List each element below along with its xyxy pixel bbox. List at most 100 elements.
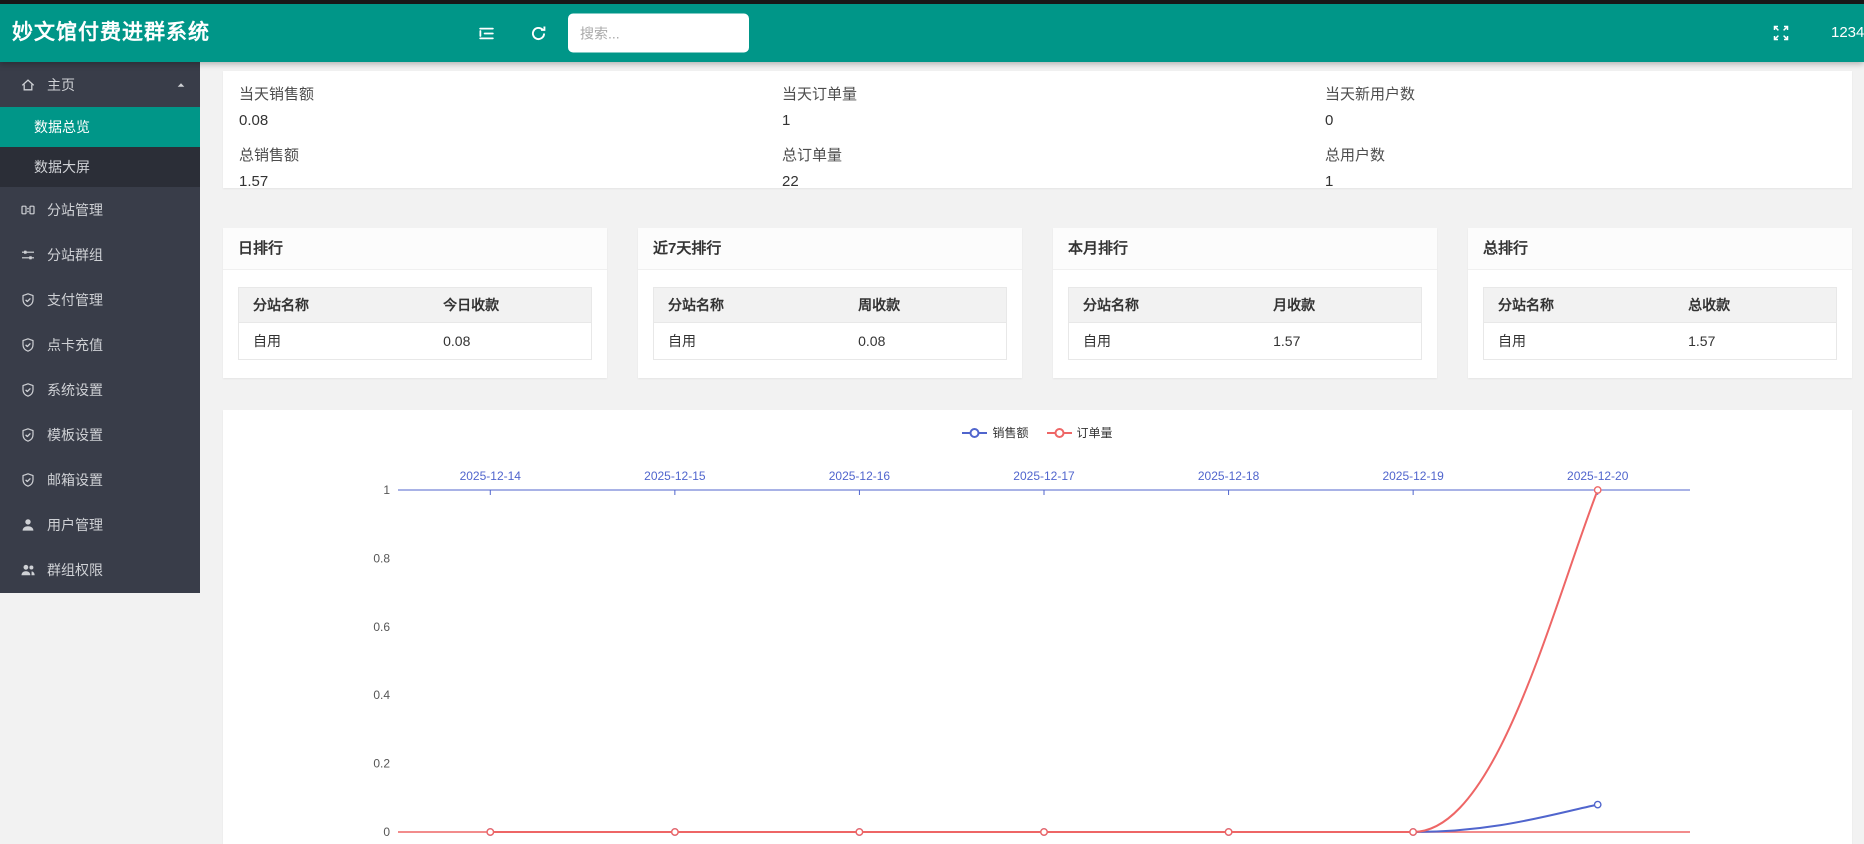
rank-card-body: 分站名称总收款自用1.57: [1468, 270, 1852, 377]
chart-line-1: [490, 490, 1597, 832]
chart-point: [1041, 829, 1047, 835]
sidebar-item-label: 群组权限: [47, 560, 103, 580]
sidebar-item-link[interactable]: 用户管理: [0, 502, 200, 547]
legend-marker-icon: [1047, 428, 1072, 438]
sidebar-subitem-link[interactable]: 数据总览: [0, 107, 200, 147]
rank-card-body: 分站名称周收款自用0.08: [638, 270, 1022, 377]
stat-label: 总订单量: [782, 144, 1293, 165]
username[interactable]: 12345: [1831, 4, 1864, 62]
rank-card: 总排行分站名称总收款自用1.57: [1468, 228, 1852, 378]
fullscreen-icon[interactable]: [1764, 16, 1798, 50]
rank-table-col-header: 月收款: [1259, 288, 1421, 323]
search-input[interactable]: [568, 14, 749, 53]
app-header: 妙文馆付费进群系统 12345: [0, 4, 1864, 62]
y-axis-label: 0.8: [373, 551, 390, 565]
rank-table-col-header: 分站名称: [1484, 288, 1675, 323]
rank-table-row: 自用1.57: [1069, 323, 1422, 360]
chart-point: [856, 829, 862, 835]
x-axis-top-label: 2025-12-17: [1013, 469, 1075, 483]
rank-table: 分站名称月收款自用1.57: [1068, 287, 1422, 360]
stat-cell: 总订单量 22: [766, 140, 1309, 190]
collapse-menu-icon[interactable]: [469, 16, 503, 50]
sidebar-item-link[interactable]: 邮箱设置: [0, 457, 200, 502]
sidebar: 主页数据总览数据大屏分站管理分站群组支付管理点卡充值系统设置模板设置邮箱设置用户…: [0, 62, 200, 593]
legend-label: 销售额: [992, 424, 1028, 441]
sidebar-item-link[interactable]: 点卡充值: [0, 322, 200, 367]
rank-card-title: 总排行: [1468, 228, 1852, 270]
rank-card-title: 日排行: [223, 228, 607, 270]
rank-card: 日排行分站名称今日收款自用0.08: [223, 228, 607, 378]
chart-point: [1595, 801, 1601, 807]
x-axis-top-label: 2025-12-14: [460, 469, 522, 483]
sidebar-submenu: 数据总览数据大屏: [0, 107, 200, 187]
rank-table-col-header: 分站名称: [1069, 288, 1260, 323]
rank-table-cell: 1.57: [1259, 323, 1421, 360]
rank-table-cell: 0.08: [429, 323, 591, 360]
legend-item[interactable]: 订单量: [1047, 424, 1113, 441]
stat-cell: 总用户数1: [1309, 140, 1852, 190]
sales-orders-line-chart: 00.20.40.60.812025-12-142025-12-152025-1…: [223, 410, 1852, 844]
shield-check-icon: [20, 337, 36, 353]
rank-table-cell: 0.08: [844, 323, 1006, 360]
rank-table-cell: 自用: [1484, 323, 1675, 360]
rank-card-body: 分站名称月收款自用1.57: [1053, 270, 1437, 377]
sidebar-item-link[interactable]: 系统设置: [0, 367, 200, 412]
rank-table-row: 自用0.08: [239, 323, 592, 360]
refresh-icon[interactable]: [521, 16, 555, 50]
sidebar-menu: 主页数据总览数据大屏分站管理分站群组支付管理点卡充值系统设置模板设置邮箱设置用户…: [0, 62, 200, 592]
stats-panel: 当天销售额0.08当天订单量1当天新用户数0总销售额1.57总订单量22总用户数…: [223, 71, 1852, 188]
stat-value: 22: [782, 173, 1293, 190]
x-axis-top-label: 2025-12-20: [1567, 469, 1629, 483]
shield-check-icon: [20, 292, 36, 308]
rank-table-col-header: 分站名称: [654, 288, 845, 323]
sidebar-item-label: 系统设置: [47, 380, 103, 400]
stat-value: 0.08: [239, 112, 750, 129]
chart-point: [672, 829, 678, 835]
stat-cell: 总销售额 1.57: [223, 140, 766, 190]
sidebar-item-link[interactable]: 支付管理: [0, 277, 200, 322]
sidebar-item-label: 主页: [47, 75, 75, 95]
rank-table-cell: 自用: [239, 323, 430, 360]
rank-table-col-header: 周收款: [844, 288, 1006, 323]
shield-check-icon: [20, 382, 36, 398]
legend-item[interactable]: 销售额: [962, 424, 1028, 441]
sidebar-item-link[interactable]: 群组权限: [0, 547, 200, 592]
sidebar-item-link[interactable]: 模板设置: [0, 412, 200, 457]
rank-table: 分站名称今日收款自用0.08: [238, 287, 592, 360]
x-axis-top-label: 2025-12-15: [644, 469, 706, 483]
rank-table-header-row: 分站名称总收款: [1484, 288, 1837, 323]
stat-cell: 当天新用户数0: [1309, 79, 1852, 129]
rank-card-body: 分站名称今日收款自用0.08: [223, 270, 607, 377]
y-axis-label: 1: [383, 483, 390, 497]
sidebar-item: 邮箱设置: [0, 457, 200, 502]
rank-table-header-row: 分站名称今日收款: [239, 288, 592, 323]
y-axis-label: 0.4: [373, 688, 390, 702]
stat-label: 总销售额: [239, 144, 750, 165]
chart-legend: 销售额 订单量: [223, 424, 1852, 441]
y-axis-label: 0: [383, 825, 390, 839]
x-axis-top-label: 2025-12-19: [1382, 469, 1444, 483]
chart-point: [1410, 829, 1416, 835]
stat-value: 1.57: [239, 173, 750, 190]
rank-card: 本月排行分站名称月收款自用1.57: [1053, 228, 1437, 378]
y-axis-label: 0.6: [373, 620, 390, 634]
rank-table: 分站名称周收款自用0.08: [653, 287, 1007, 360]
sidebar-item-link[interactable]: 分站管理: [0, 187, 200, 232]
stat-label: 当天订单量: [782, 83, 1293, 104]
shield-check-icon: [20, 427, 36, 443]
sidebar-subitem-link[interactable]: 数据大屏: [0, 147, 200, 187]
home-icon: [20, 77, 36, 93]
page-title: 妙文馆付费进群系统: [12, 4, 210, 62]
chart-point: [487, 829, 493, 835]
rank-table-col-header: 分站名称: [239, 288, 430, 323]
rank-card-title: 本月排行: [1053, 228, 1437, 270]
sidebar-item: 点卡充值: [0, 322, 200, 367]
sidebar-item-label: 分站管理: [47, 200, 103, 220]
sidebar-item-link[interactable]: 分站群组: [0, 232, 200, 277]
chart-panel: 销售额订单量 00.20.40.60.812025-12-142025-12-1…: [223, 410, 1852, 844]
rank-table-header-row: 分站名称周收款: [654, 288, 1007, 323]
sidebar-item: 模板设置: [0, 412, 200, 457]
console-icon: [20, 202, 36, 218]
sidebar-item-link[interactable]: 主页: [0, 62, 200, 107]
sidebar-subitem: 数据总览: [0, 107, 200, 147]
